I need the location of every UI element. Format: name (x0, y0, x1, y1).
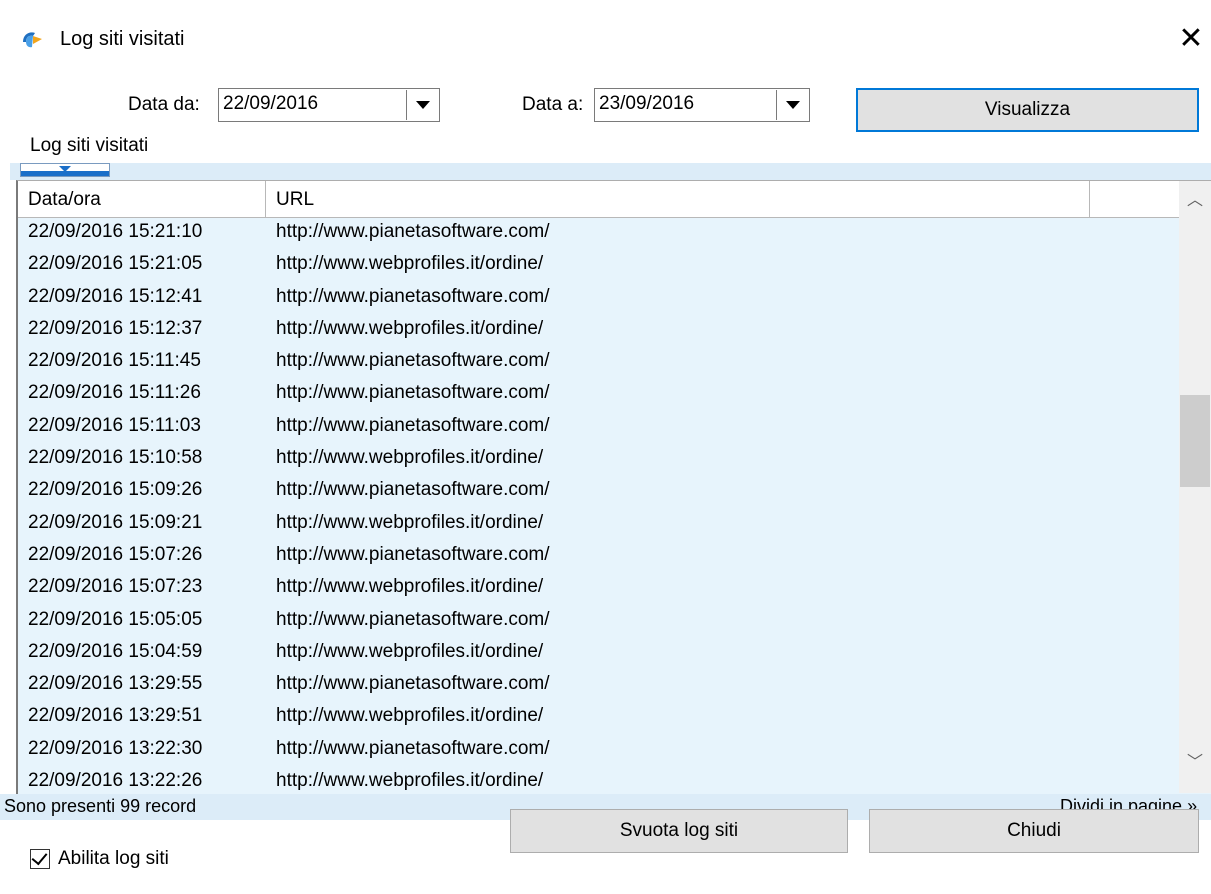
table-row[interactable]: 22/09/2016 15:12:41 http://www.pianetasof… (18, 282, 1181, 314)
cell-datetime: 22/09/2016 13:22:26 (28, 770, 203, 792)
date-from-dropdown-button[interactable] (406, 90, 438, 120)
window-title: Log siti visitati (60, 28, 185, 50)
cell-datetime: 22/09/2016 15:10:58 (28, 447, 203, 469)
cell-datetime: 22/09/2016 13:29:51 (28, 705, 203, 727)
cell-url: http://www.webprofiles.it/ordine/ (276, 640, 544, 662)
column-header-extra[interactable] (1090, 181, 1181, 217)
table-row[interactable]: 22/09/2016 15:07:23 http://www.webprofile… (18, 572, 1181, 604)
scroll-up-icon[interactable]: ︿ (1179, 185, 1211, 217)
cell-datetime: 22/09/2016 15:04:59 (28, 640, 203, 662)
table-header: Data/ora URL (18, 181, 1181, 218)
cell-datetime: 22/09/2016 15:11:26 (28, 382, 201, 404)
cell-url: http://www.pianetasoftware.com/ (276, 221, 550, 242)
date-to-picker[interactable]: 23/09/2016 (594, 88, 810, 122)
table-row[interactable]: 22/09/2016 15:04:59 http://www.webprofile… (18, 637, 1181, 669)
visualizza-button[interactable]: Visualizza (856, 88, 1199, 132)
group-band (10, 163, 1211, 180)
column-header-datetime[interactable]: Data/ora (18, 181, 266, 217)
table-row[interactable]: 22/09/2016 13:22:30 http://www.pianetasof… (18, 734, 1181, 766)
table-row[interactable]: 22/09/2016 15:11:26 http://www.pianetasof… (18, 378, 1181, 410)
scroll-down-icon[interactable]: ﹀ (1179, 747, 1211, 779)
table-row[interactable]: 22/09/2016 15:07:26 http://www.pianetasof… (18, 540, 1181, 572)
date-from-value[interactable]: 22/09/2016 (223, 93, 318, 115)
checkmark-icon (31, 848, 48, 866)
close-icon[interactable]: ✕ (1176, 24, 1206, 54)
table-row[interactable]: 22/09/2016 15:11:03 http://www.pianetasof… (18, 411, 1181, 443)
cell-url: http://www.webprofiles.it/ordine/ (276, 447, 544, 469)
enable-log-checkbox[interactable] (30, 848, 50, 869)
cell-url: http://www.pianetasoftware.com/ (276, 350, 550, 372)
cell-datetime: 22/09/2016 15:12:41 (28, 285, 203, 307)
table-row[interactable]: 22/09/2016 15:09:26 http://www.pianetasof… (18, 475, 1181, 507)
enable-log-label[interactable]: Abilita log siti (58, 848, 169, 870)
table-row[interactable]: 22/09/2016 15:11:45 http://www.pianetasof… (18, 346, 1181, 378)
cell-datetime: 22/09/2016 13:29:55 (28, 673, 203, 695)
table-row[interactable]: 22/09/2016 15:21:10 http://www.pianetasof… (18, 217, 1181, 249)
cell-datetime: 22/09/2016 15:09:26 (28, 479, 203, 501)
group-label: Log siti visitati (30, 135, 149, 156)
cell-datetime: 22/09/2016 15:07:23 (28, 576, 203, 598)
app-logo-icon (20, 28, 44, 52)
cell-datetime: 22/09/2016 15:11:03 (28, 414, 201, 436)
cell-url: http://www.webprofiles.it/ordine/ (276, 576, 544, 598)
date-to-value[interactable]: 23/09/2016 (599, 93, 694, 115)
vertical-scrollbar[interactable]: ︿ ﹀ (1179, 181, 1211, 793)
cell-datetime: 22/09/2016 15:11:45 (28, 350, 201, 372)
cell-url: http://www.webprofiles.it/ordine/ (276, 770, 544, 792)
cell-url: http://www.pianetasoftware.com/ (276, 479, 550, 501)
table-row[interactable]: 22/09/2016 13:29:55 http://www.pianetasof… (18, 669, 1181, 701)
cell-datetime: 22/09/2016 15:12:37 (28, 317, 203, 339)
cell-url: http://www.pianetasoftware.com/ (276, 382, 550, 404)
date-to-label: Data a: (522, 94, 584, 115)
cell-datetime: 22/09/2016 15:05:05 (28, 608, 203, 630)
cell-url: http://www.webprofiles.it/ordine/ (276, 705, 544, 727)
cell-url: http://www.pianetasoftware.com/ (276, 285, 550, 307)
cell-url: http://www.pianetasoftware.com/ (276, 608, 550, 630)
table-row[interactable]: 22/09/2016 15:21:05 http://www.webprofile… (18, 249, 1181, 281)
cell-url: http://www.pianetasoftware.com/ (276, 543, 550, 565)
record-count: Sono presenti 99 record (4, 796, 197, 816)
log-table[interactable]: Data/ora URL 22/09/2016 15:21:10 http://w… (16, 180, 1211, 794)
chevron-down-icon (786, 101, 800, 109)
cell-url: http://www.pianetasoftware.com/ (276, 673, 550, 695)
cell-url: http://www.pianetasoftware.com/ (276, 414, 550, 436)
scrollbar-thumb[interactable] (1180, 395, 1210, 487)
chevron-down-icon (416, 101, 430, 109)
clear-log-button[interactable]: Svuota log siti (510, 809, 848, 853)
cell-url: http://www.pianetasoftware.com/ (276, 737, 550, 759)
date-from-label: Data da: (128, 94, 200, 115)
group-collapse-tab[interactable] (20, 163, 110, 177)
cell-datetime: 22/09/2016 13:22:30 (28, 737, 203, 759)
cell-datetime: 22/09/2016 15:21:05 (28, 253, 203, 275)
date-from-picker[interactable]: 22/09/2016 (218, 88, 440, 122)
table-row[interactable]: 22/09/2016 15:10:58 http://www.webprofile… (18, 443, 1181, 475)
cell-url: http://www.webprofiles.it/ordine/ (276, 511, 544, 533)
table-row[interactable]: 22/09/2016 13:22:26 http://www.webprofile… (18, 766, 1181, 794)
table-body: 22/09/2016 15:21:10 http://www.pianetasof… (18, 217, 1181, 794)
cell-datetime: 22/09/2016 15:07:26 (28, 543, 203, 565)
table-row[interactable]: 22/09/2016 15:05:05 http://www.pianetasof… (18, 605, 1181, 637)
close-button[interactable]: Chiudi (869, 809, 1199, 853)
table-row[interactable]: 22/09/2016 13:29:51 http://www.webprofile… (18, 701, 1181, 733)
table-row[interactable]: 22/09/2016 15:12:37 http://www.webprofile… (18, 314, 1181, 346)
cell-url: http://www.webprofiles.it/ordine/ (276, 317, 544, 339)
table-row[interactable]: 22/09/2016 15:09:21 http://www.webprofile… (18, 508, 1181, 540)
cell-datetime: 22/09/2016 15:09:21 (28, 511, 203, 533)
cell-datetime: 22/09/2016 15:21:10 (28, 221, 203, 242)
date-to-dropdown-button[interactable] (776, 90, 808, 120)
cell-url: http://www.webprofiles.it/ordine/ (276, 253, 544, 275)
column-header-url[interactable]: URL (266, 181, 1090, 217)
